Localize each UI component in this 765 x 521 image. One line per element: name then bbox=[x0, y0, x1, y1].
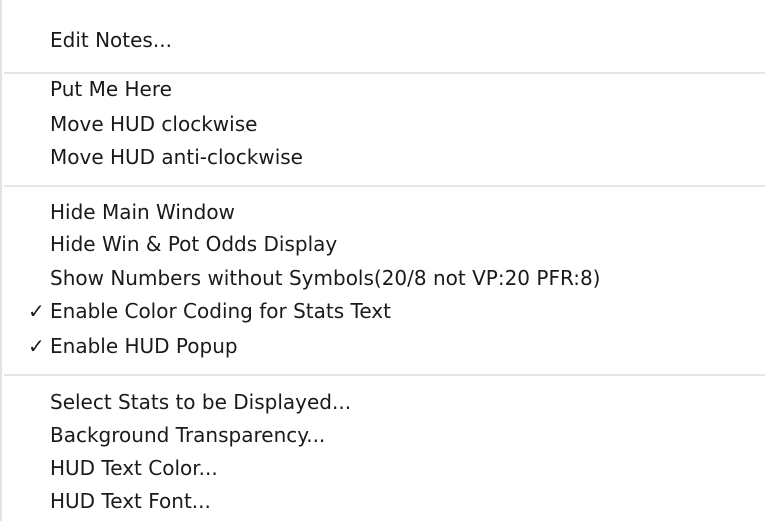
context-menu: Edit Notes... Put Me Here Move HUD clock… bbox=[0, 0, 765, 521]
menu-item-put-me-here[interactable]: Put Me Here bbox=[50, 74, 172, 104]
menu-item-hud-text-color[interactable]: HUD Text Color... bbox=[50, 453, 218, 483]
menu-item-hud-text-font[interactable]: HUD Text Font... bbox=[50, 486, 211, 516]
checkmark-icon: ✓ bbox=[28, 299, 45, 323]
menu-item-move-hud-anti-clockwise[interactable]: Move HUD anti-clockwise bbox=[50, 142, 303, 172]
menu-item-enable-hud-popup[interactable]: Enable HUD Popup bbox=[50, 331, 238, 361]
menu-separator bbox=[4, 374, 765, 376]
menu-item-select-stats[interactable]: Select Stats to be Displayed... bbox=[50, 387, 351, 417]
menu-item-hide-win-pot-odds[interactable]: Hide Win & Pot Odds Display bbox=[50, 229, 337, 259]
menu-item-enable-color-coding[interactable]: Enable Color Coding for Stats Text bbox=[50, 296, 391, 326]
menu-separator bbox=[4, 185, 765, 187]
menu-item-background-transparency[interactable]: Background Transparency... bbox=[50, 420, 325, 450]
checkmark-icon: ✓ bbox=[28, 334, 45, 358]
menu-item-move-hud-clockwise[interactable]: Move HUD clockwise bbox=[50, 109, 257, 139]
menu-item-hide-main-window[interactable]: Hide Main Window bbox=[50, 197, 235, 227]
menu-item-edit-notes[interactable]: Edit Notes... bbox=[50, 25, 172, 55]
menu-item-show-numbers-without-symbols[interactable]: Show Numbers without Symbols(20/8 not VP… bbox=[50, 263, 601, 293]
